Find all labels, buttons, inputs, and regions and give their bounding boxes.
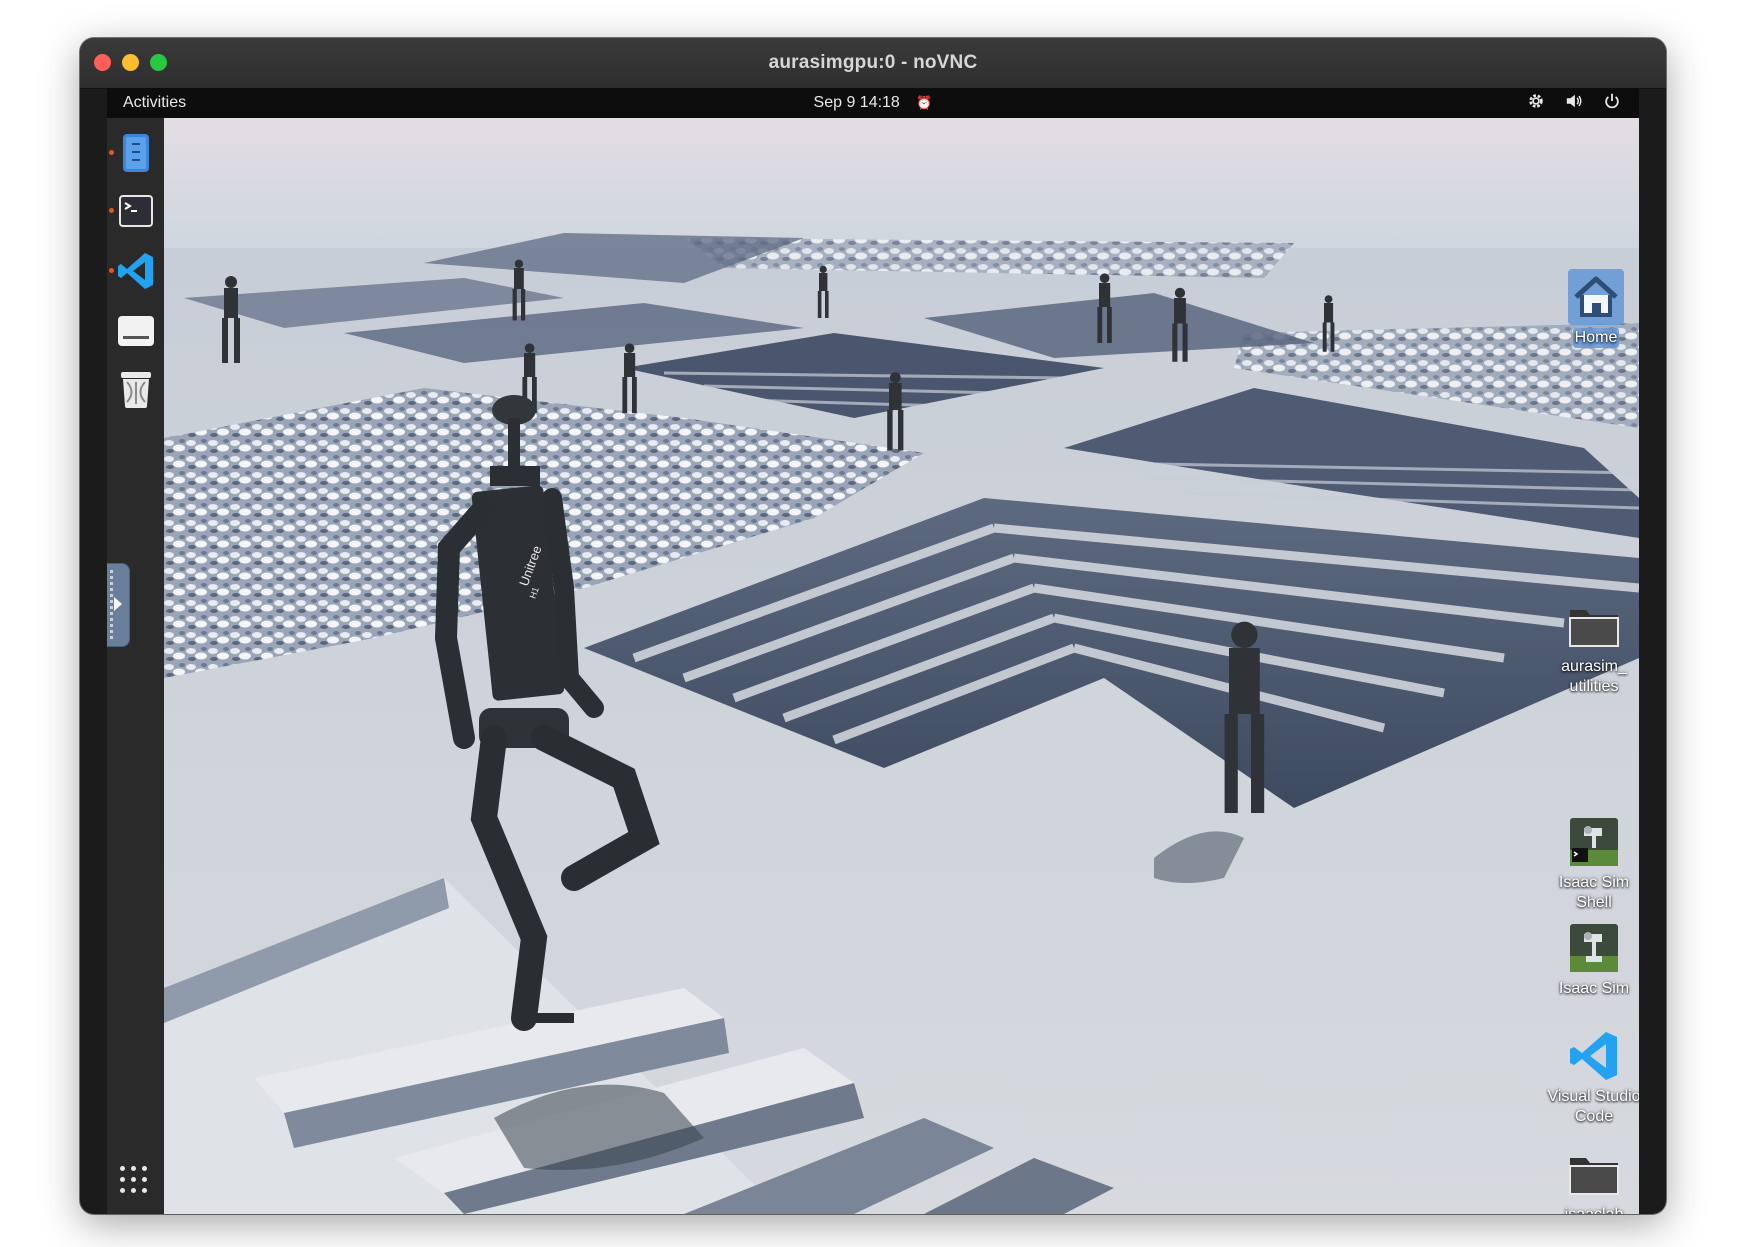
isaac-sim-icon <box>1566 920 1622 976</box>
running-indicator <box>109 150 114 155</box>
desktop-icon-label: Isaac Sim Shell <box>1558 874 1630 911</box>
volume-icon[interactable] <box>1565 92 1583 115</box>
file-manager-icon <box>123 134 149 172</box>
running-indicator <box>109 208 114 213</box>
drive-icon <box>118 316 154 346</box>
terminal-icon <box>119 195 153 227</box>
ubuntu-dock <box>107 118 164 1214</box>
desktop-wallpaper: Unitree H1 <box>164 118 1639 1214</box>
window-titlebar[interactable]: aurasimgpu:0 - noVNC <box>80 38 1666 89</box>
system-tray[interactable] <box>1527 92 1621 115</box>
home-folder-icon <box>1568 269 1624 325</box>
desktop-icon-aurasim-utilities[interactable]: aurasim_ utilities <box>1544 598 1639 697</box>
dock-item-drive[interactable] <box>115 310 157 352</box>
clock-button[interactable]: Sep 9 14:18 ⏰ <box>107 94 1639 112</box>
gnome-top-bar: Activities Sep 9 14:18 ⏰ <box>107 88 1639 118</box>
desktop-icon-label: Home <box>1572 328 1620 348</box>
isaac-sim-shell-icon <box>1566 814 1622 870</box>
vscode-icon <box>118 253 153 289</box>
desktop-icon-label: aurasim_ utilities <box>1561 658 1627 695</box>
dock-item-trash[interactable] <box>115 368 157 410</box>
novnc-control-bar-handle[interactable] <box>107 563 130 647</box>
desktop-icon-isaac-sim[interactable]: Isaac Sim <box>1544 920 1639 999</box>
desktop-icon-isaaclab[interactable]: isaaclab <box>1544 1146 1639 1214</box>
folder-icon <box>1566 1146 1622 1202</box>
clock-text: Sep 9 14:18 <box>813 94 900 111</box>
vscode-icon <box>1566 1028 1622 1084</box>
desktop-icon-isaac-sim-shell[interactable]: Isaac Sim Shell <box>1544 814 1639 913</box>
settings-icon[interactable] <box>1527 92 1545 115</box>
desktop-icon-label: Visual Studio Code <box>1547 1088 1639 1125</box>
folder-icon <box>1566 598 1622 654</box>
desktop-icon-visual-studio-code[interactable]: Visual Studio Code <box>1544 1028 1639 1127</box>
desktop-icon-label: isaaclab <box>1544 1205 1639 1214</box>
alarm-clock-icon: ⏰ <box>916 95 933 110</box>
dock-item-terminal[interactable] <box>109 190 157 232</box>
wallpaper-scene: Unitree H1 <box>164 118 1639 1214</box>
desktop-icon-home[interactable]: Home <box>1561 269 1631 348</box>
trash-icon <box>121 372 151 408</box>
dock-item-files[interactable] <box>109 132 157 174</box>
power-icon[interactable] <box>1603 92 1621 115</box>
expand-arrow-icon <box>114 597 122 611</box>
dock-item-vscode[interactable] <box>109 250 157 292</box>
running-indicator <box>109 268 114 273</box>
desktop-icon-label: Isaac Sim <box>1558 980 1630 997</box>
remote-desktop[interactable]: Activities Sep 9 14:18 ⏰ Unitree H1 Home… <box>107 88 1639 1214</box>
drag-grip-icon <box>110 570 113 640</box>
novnc-window: aurasimgpu:0 - noVNC Activities Sep 9 14… <box>80 38 1666 1214</box>
window-title: aurasimgpu:0 - noVNC <box>768 52 978 73</box>
show-applications-icon[interactable] <box>120 1166 150 1196</box>
